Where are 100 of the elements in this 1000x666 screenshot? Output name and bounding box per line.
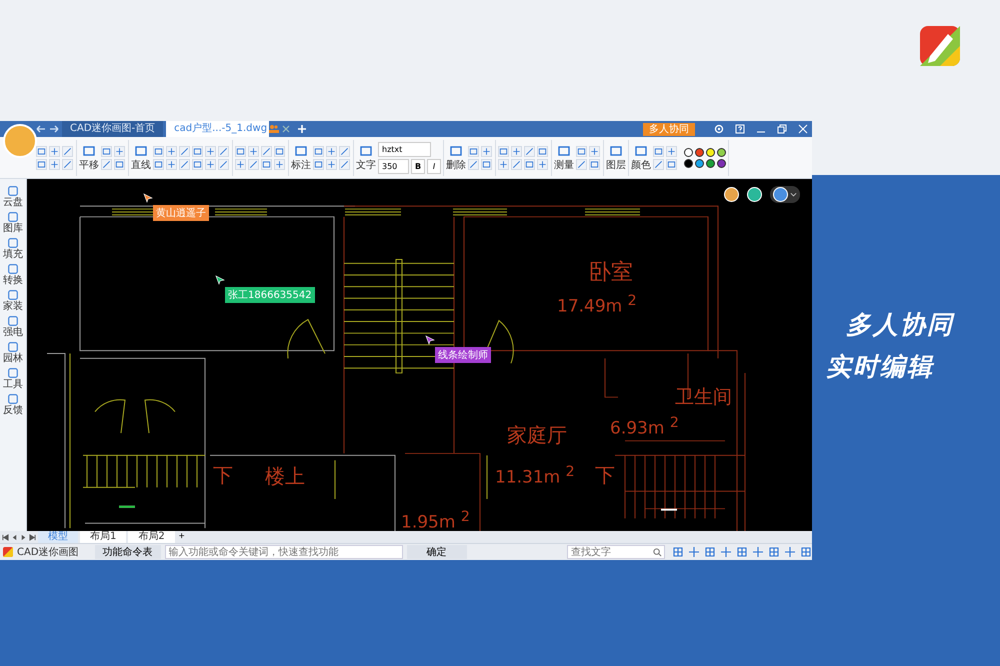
color-swatch[interactable] bbox=[695, 148, 704, 156]
color-swatch[interactable] bbox=[706, 148, 715, 156]
color-swatch[interactable] bbox=[706, 158, 715, 168]
tool-icon[interactable] bbox=[666, 146, 677, 156]
snap-tool-icon[interactable] bbox=[752, 546, 764, 558]
sidebar-item[interactable]: 图库 bbox=[3, 211, 23, 234]
tool-icon[interactable] bbox=[576, 158, 587, 170]
previous-icon[interactable] bbox=[11, 534, 18, 540]
color-swatch[interactable] bbox=[717, 148, 726, 156]
undo-arrow-icon[interactable] bbox=[36, 125, 46, 133]
tool-icon[interactable] bbox=[634, 144, 648, 158]
tool-icon[interactable] bbox=[557, 144, 571, 158]
tool-icon[interactable] bbox=[134, 144, 148, 158]
color-swatch[interactable] bbox=[684, 148, 693, 156]
sidebar-label[interactable]: 家装 bbox=[3, 301, 23, 312]
layout-tab[interactable]: 布局2 bbox=[128, 531, 175, 543]
first-page-icon[interactable] bbox=[2, 534, 9, 540]
sidebar-item[interactable]: 工具 bbox=[3, 367, 23, 390]
tool-icon[interactable] bbox=[101, 158, 112, 170]
new-tab-icon[interactable] bbox=[297, 124, 308, 134]
snap-tool-icon[interactable] bbox=[736, 546, 748, 558]
sidebar-item[interactable]: 转换 bbox=[3, 263, 23, 286]
command-input[interactable]: 输入功能或命令关键词，快速查找功能 bbox=[164, 545, 403, 559]
tool-label[interactable]: 删除 bbox=[446, 158, 466, 172]
tool-icon[interactable] bbox=[166, 158, 177, 170]
snap-tool-icon[interactable] bbox=[672, 546, 684, 558]
tool-icon[interactable] bbox=[49, 158, 60, 170]
tool-icon[interactable] bbox=[524, 146, 535, 156]
snap-tool-icon[interactable] bbox=[704, 546, 716, 558]
tool-icon[interactable] bbox=[468, 158, 479, 170]
tool-icon[interactable] bbox=[235, 158, 246, 170]
sidebar-item[interactable]: 填充 bbox=[3, 237, 23, 260]
tool-label[interactable]: 测量 bbox=[554, 158, 574, 172]
snap-tool-icon[interactable] bbox=[784, 546, 796, 558]
tool-icon[interactable] bbox=[511, 146, 522, 156]
tool-icon[interactable] bbox=[511, 158, 522, 170]
tool-icon[interactable] bbox=[326, 158, 337, 170]
command-table-button[interactable]: 功能命令表 bbox=[94, 545, 161, 559]
sidebar-label[interactable]: 园林 bbox=[3, 353, 23, 364]
tool-icon[interactable] bbox=[274, 158, 285, 170]
tool-icon[interactable] bbox=[49, 146, 60, 156]
sidebar-item[interactable]: 强电 bbox=[3, 315, 23, 338]
sidebar-item[interactable]: 家装 bbox=[3, 289, 23, 312]
tool-icon[interactable] bbox=[62, 146, 73, 156]
document-tab[interactable]: cad户型...-5_1.dwg bbox=[166, 121, 270, 137]
document-tab[interactable]: CAD迷你画图-首页 bbox=[62, 121, 164, 137]
tool-icon[interactable] bbox=[248, 158, 259, 170]
tool-icon[interactable] bbox=[218, 158, 229, 170]
tool-label[interactable]: 颜色 bbox=[631, 158, 651, 172]
user-menu-button[interactable] bbox=[770, 186, 800, 203]
tool-icon[interactable] bbox=[205, 146, 216, 156]
sidebar-item[interactable]: 反馈 bbox=[3, 393, 23, 416]
tool-icon[interactable] bbox=[339, 146, 350, 156]
tool-icon[interactable] bbox=[537, 158, 548, 170]
snap-tool-icon[interactable] bbox=[688, 546, 700, 558]
sidebar-label[interactable]: 图库 bbox=[3, 223, 23, 234]
tool-icon[interactable] bbox=[294, 144, 308, 158]
sidebar-label[interactable]: 强电 bbox=[3, 327, 23, 338]
next-icon[interactable] bbox=[20, 534, 27, 540]
tool-icon[interactable] bbox=[114, 146, 125, 156]
font-size-dropdown[interactable]: 350 bbox=[378, 158, 409, 174]
italic-button[interactable]: I bbox=[427, 158, 441, 174]
tool-icon[interactable] bbox=[248, 146, 259, 156]
color-swatch[interactable] bbox=[695, 158, 704, 168]
drawing-canvas[interactable]: 卧室 17.49m $^{2}$ 卫生间 家庭厅 6.93m $^{2}$ 下 楼上 11.31m $^{2}$ 下 1.95m $^{2}$ 黄山逍遥子 张工1866635542 线条绘制师 bbox=[27, 179, 812, 531]
sidebar-label[interactable]: 反馈 bbox=[3, 405, 23, 416]
restore-icon[interactable] bbox=[777, 124, 787, 134]
sidebar-label[interactable]: 填充 bbox=[3, 249, 23, 260]
snap-tool-icon[interactable] bbox=[800, 546, 812, 558]
redo-arrow-icon[interactable] bbox=[49, 125, 59, 133]
tool-icon[interactable] bbox=[326, 146, 337, 156]
search-field[interactable]: 查找文字 bbox=[567, 545, 665, 559]
tool-label[interactable]: 图层 bbox=[606, 158, 626, 172]
bold-button[interactable]: B bbox=[411, 158, 425, 174]
snap-tool-icon[interactable] bbox=[720, 546, 732, 558]
settings-icon[interactable] bbox=[714, 124, 724, 134]
tool-icon[interactable] bbox=[166, 146, 177, 156]
tool-icon[interactable] bbox=[653, 158, 664, 170]
tool-icon[interactable] bbox=[179, 158, 190, 170]
color-swatch[interactable] bbox=[717, 158, 726, 168]
help-icon[interactable] bbox=[735, 124, 745, 134]
tool-icon[interactable] bbox=[359, 144, 373, 158]
sidebar-item[interactable]: 园林 bbox=[3, 341, 23, 364]
sidebar-item[interactable]: 云盘 bbox=[3, 185, 23, 208]
font-dropdown[interactable]: hztxt bbox=[378, 142, 431, 156]
user-avatar[interactable] bbox=[747, 187, 762, 202]
sidebar-label[interactable]: 工具 bbox=[3, 379, 23, 390]
tool-icon[interactable] bbox=[62, 158, 73, 170]
user-avatar[interactable] bbox=[724, 187, 739, 202]
tool-icon[interactable] bbox=[449, 144, 463, 158]
tool-icon[interactable] bbox=[179, 146, 190, 156]
tool-icon[interactable] bbox=[589, 146, 600, 156]
tool-icon[interactable] bbox=[205, 158, 216, 170]
layout-tab[interactable]: 布局1 bbox=[80, 531, 126, 543]
sidebar-label[interactable]: 转换 bbox=[3, 275, 23, 286]
add-layout-button[interactable]: + bbox=[176, 531, 187, 543]
confirm-button[interactable]: 确定 bbox=[406, 545, 467, 559]
tool-icon[interactable] bbox=[218, 146, 229, 156]
tool-label[interactable]: 平移 bbox=[79, 158, 99, 172]
tool-label[interactable]: 标注 bbox=[291, 158, 311, 172]
